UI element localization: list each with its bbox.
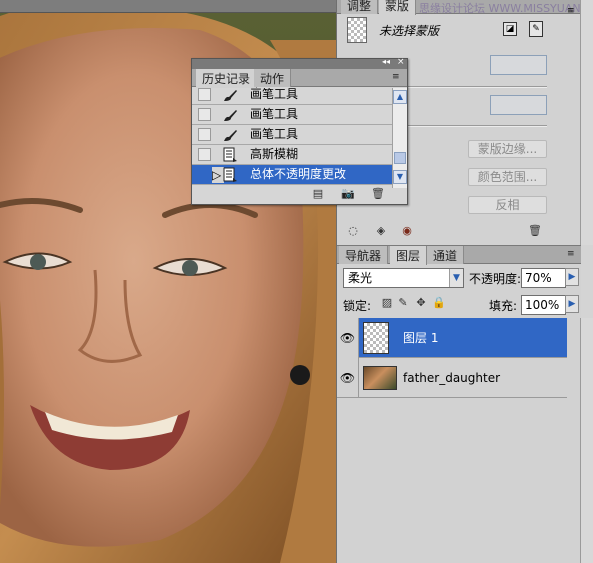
- chevron-down-icon: ▼: [449, 269, 463, 287]
- history-item-active[interactable]: ▷ 总体不透明度更改: [192, 165, 392, 185]
- color-range-button[interactable]: 颜色范围...: [468, 168, 547, 186]
- tab-layers[interactable]: 图层: [390, 246, 428, 265]
- history-item-label: 画笔工具: [250, 88, 299, 101]
- lock-brush-icon[interactable]: ✎: [395, 296, 411, 310]
- brush-icon: [224, 110, 237, 121]
- photoshop-workspace: 调整 蒙版 思缘设计论坛 WWW.MISSYUAN.COM 未选择蒙版 ◪ ✎ …: [0, 0, 593, 563]
- snapshot-checkbox[interactable]: [198, 148, 211, 161]
- history-panel: ◂◂ × 历史记录 动作 ≡ 画笔工具 画笔工具 画笔工具 高斯模糊 ▷ 总体不…: [191, 57, 408, 205]
- mask-edge-button[interactable]: 蒙版边缘...: [468, 140, 547, 158]
- fill-arrow-icon[interactable]: ▶: [565, 295, 579, 313]
- brush-icon: [224, 90, 237, 101]
- blend-mode-select[interactable]: 柔光 ▼: [343, 268, 464, 288]
- layer-row-1[interactable]: 👁 图层 1: [337, 318, 567, 358]
- layer-1-name[interactable]: 图层 1: [403, 318, 438, 358]
- add-pixel-mask-icon[interactable]: ◪: [503, 22, 517, 36]
- opacity-value: 70%: [525, 271, 552, 285]
- add-vector-mask-icon[interactable]: ✎: [529, 21, 543, 37]
- mask-thumbnail: [347, 17, 367, 43]
- layers-tab-bar: 导航器 图层 通道: [337, 246, 581, 265]
- snapshot-checkbox[interactable]: [198, 128, 211, 141]
- collapse-icon[interactable]: ◂◂: [382, 57, 390, 66]
- layer-1-thumbnail: [363, 322, 389, 354]
- load-selection-icon[interactable]: ◌: [345, 224, 361, 238]
- masks-panel-menu-icon[interactable]: ≡: [567, 6, 577, 16]
- lock-transparent-icon[interactable]: ▨: [379, 296, 395, 310]
- layers-panel: 导航器 图层 通道 ≡ 柔光 ▼ 不透明度: 70% ▶ 锁定: ▨ ✎ ✥ 🔒…: [337, 245, 581, 563]
- masks-panel-scrollbar[interactable]: [580, 0, 593, 245]
- history-item-label: 画笔工具: [250, 107, 299, 121]
- masks-tab-bar: 调整 蒙版 思缘设计论坛 WWW.MISSYUAN.COM: [337, 0, 593, 15]
- invert-button[interactable]: 反相: [468, 196, 547, 214]
- lock-label: 锁定:: [343, 299, 372, 313]
- density-field[interactable]: [490, 55, 547, 75]
- lock-move-icon[interactable]: ✥: [413, 296, 429, 310]
- visibility-eye-icon[interactable]: 👁: [337, 318, 359, 358]
- opacity-arrow-icon[interactable]: ▶: [565, 268, 579, 286]
- mask-status-text: 未选择蒙版: [379, 24, 440, 38]
- feather-field[interactable]: [490, 95, 547, 115]
- tab-actions[interactable]: 动作: [254, 69, 292, 87]
- scroll-up-icon[interactable]: ▲: [393, 90, 407, 104]
- tab-history[interactable]: 历史记录: [196, 69, 258, 88]
- layers-panel-scrollbar[interactable]: [580, 318, 593, 563]
- tab-masks[interactable]: 蒙版: [379, 0, 417, 15]
- history-item[interactable]: 画笔工具: [192, 88, 392, 105]
- delete-state-icon[interactable]: 🗑: [370, 187, 386, 201]
- opacity-input[interactable]: 70%: [521, 268, 566, 288]
- history-item[interactable]: 画笔工具: [192, 105, 392, 125]
- history-item-label: 画笔工具: [250, 127, 299, 141]
- history-scrollbar[interactable]: ▲ ▼: [392, 88, 407, 188]
- scroll-down-icon[interactable]: ▼: [393, 170, 407, 184]
- layers-panel-menu-icon[interactable]: ≡: [567, 249, 579, 259]
- opacity-label: 不透明度:: [469, 272, 522, 286]
- filter-document-icon: [223, 167, 237, 182]
- history-item[interactable]: 画笔工具: [192, 125, 392, 145]
- visibility-eye-icon[interactable]: 👁: [337, 358, 359, 398]
- history-tab-bar: 历史记录 动作 ≡: [192, 69, 407, 88]
- blend-mode-value: 柔光: [348, 271, 373, 285]
- lock-all-icon[interactable]: 🔒: [431, 296, 447, 310]
- brush-icon: [224, 130, 237, 141]
- history-item[interactable]: 高斯模糊: [192, 145, 392, 165]
- fill-input[interactable]: 100%: [521, 295, 566, 315]
- father-daughter-name[interactable]: father_daughter: [403, 358, 500, 398]
- new-document-from-state-icon[interactable]: ▤: [310, 187, 326, 201]
- document-title-strip: [0, 0, 338, 13]
- delete-mask-icon[interactable]: 🗑: [527, 224, 543, 238]
- apply-mask-icon[interactable]: ◈: [373, 224, 389, 238]
- fill-value: 100%: [525, 298, 560, 312]
- history-item-label: 高斯模糊: [250, 147, 299, 161]
- disable-mask-icon[interactable]: ◉: [399, 224, 415, 238]
- new-snapshot-icon[interactable]: 📷: [340, 187, 356, 201]
- layer-row-father-daughter[interactable]: 👁 father_daughter: [337, 358, 567, 398]
- filter-document-icon: [223, 147, 237, 162]
- scroll-thumb[interactable]: [394, 152, 406, 164]
- history-menu-icon[interactable]: ≡: [392, 72, 404, 82]
- tab-channels[interactable]: 通道: [427, 246, 465, 264]
- snapshot-checkbox[interactable]: [198, 108, 211, 121]
- history-list: 画笔工具 画笔工具 画笔工具 高斯模糊 ▷ 总体不透明度更改: [192, 88, 392, 188]
- tab-adjustments[interactable]: 调整: [341, 0, 379, 14]
- fill-label: 填充:: [489, 299, 518, 313]
- history-title-bar[interactable]: ◂◂ ×: [192, 57, 407, 69]
- tab-navigator[interactable]: 导航器: [339, 246, 389, 264]
- close-icon[interactable]: ×: [397, 57, 405, 67]
- father-daughter-thumbnail: [363, 366, 397, 390]
- snapshot-checkbox[interactable]: [198, 88, 211, 101]
- history-item-label: 总体不透明度更改: [250, 167, 347, 181]
